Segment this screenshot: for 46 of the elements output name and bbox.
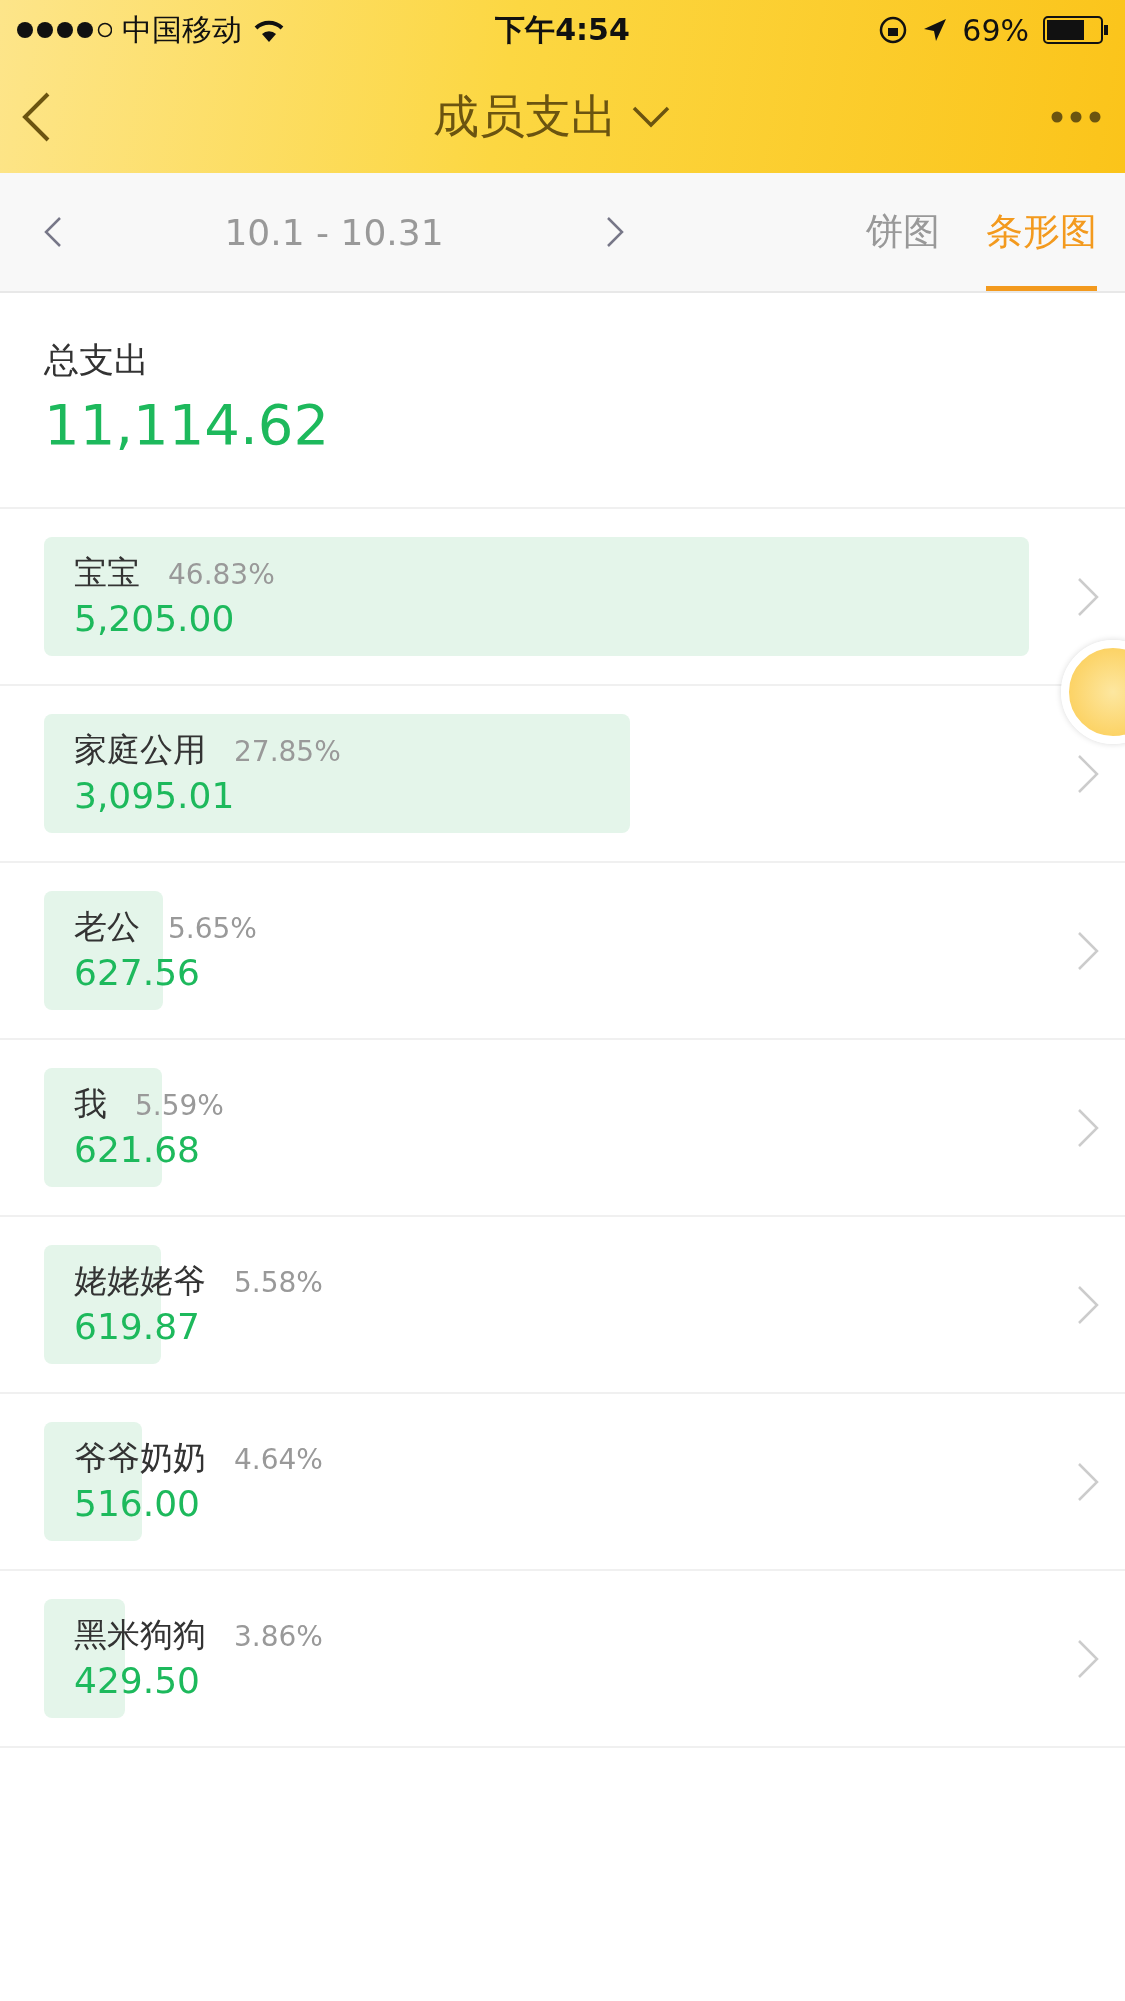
back-button[interactable] bbox=[20, 90, 52, 143]
title-dropdown[interactable]: 成员支出 bbox=[432, 85, 671, 148]
next-period-button[interactable] bbox=[606, 216, 624, 248]
battery-percent: 69% bbox=[962, 12, 1029, 48]
chevron-down-icon bbox=[630, 104, 671, 129]
member-name: 我 bbox=[74, 1083, 107, 1125]
member-name: 爷爷奶奶 bbox=[74, 1437, 206, 1479]
chevron-right-icon[interactable] bbox=[1077, 1107, 1099, 1148]
member-amount: 3,095.01 bbox=[74, 775, 236, 816]
member-amount: 429.50 bbox=[74, 1660, 201, 1701]
previous-period-button[interactable] bbox=[44, 216, 62, 248]
chevron-right-icon[interactable] bbox=[1077, 930, 1099, 971]
chart-tab[interactable]: 饼图 bbox=[866, 173, 940, 291]
member-percent: 4.64% bbox=[234, 1443, 323, 1476]
chevron-right-icon[interactable] bbox=[1077, 576, 1099, 617]
member-percent: 46.83% bbox=[168, 558, 275, 591]
chevron-right-icon[interactable] bbox=[1077, 1638, 1099, 1679]
chevron-right-icon[interactable] bbox=[1077, 753, 1099, 794]
member-amount: 516.00 bbox=[74, 1483, 201, 1524]
member-name: 宝宝 bbox=[74, 552, 140, 594]
member-name: 老公 bbox=[74, 906, 140, 948]
date-range: 10.1 - 10.31 bbox=[224, 211, 444, 253]
member-amount: 5,205.00 bbox=[74, 598, 236, 639]
member-name: 黑米狗狗 bbox=[74, 1614, 206, 1656]
signal-icon bbox=[16, 21, 112, 39]
chart-tab[interactable]: 条形图 bbox=[986, 173, 1097, 291]
member-name: 姥姥姥爷 bbox=[74, 1260, 206, 1302]
member-percent: 5.65% bbox=[168, 912, 257, 945]
chevron-right-icon[interactable] bbox=[1077, 1461, 1099, 1502]
chevron-right-icon[interactable] bbox=[1077, 1284, 1099, 1325]
location-arrow-icon bbox=[922, 17, 949, 43]
member-amount: 621.68 bbox=[74, 1129, 201, 1170]
total-label: 总支出 bbox=[44, 339, 150, 382]
member-percent: 5.59% bbox=[135, 1089, 224, 1122]
battery-icon bbox=[1043, 16, 1109, 44]
status-time: 下午4:54 bbox=[495, 11, 630, 47]
total-amount: 11,114.62 bbox=[44, 392, 330, 457]
member-percent: 27.85% bbox=[234, 735, 341, 768]
member-amount: 627.56 bbox=[74, 952, 201, 993]
member-percent: 3.86% bbox=[234, 1620, 323, 1653]
carrier-name: 中国移动 bbox=[122, 10, 242, 49]
member-amount: 619.87 bbox=[74, 1306, 201, 1347]
rotation-lock-icon bbox=[878, 15, 909, 45]
member-percent: 5.58% bbox=[234, 1266, 323, 1299]
more-button[interactable] bbox=[1051, 110, 1101, 123]
member-name: 家庭公用 bbox=[74, 729, 206, 771]
